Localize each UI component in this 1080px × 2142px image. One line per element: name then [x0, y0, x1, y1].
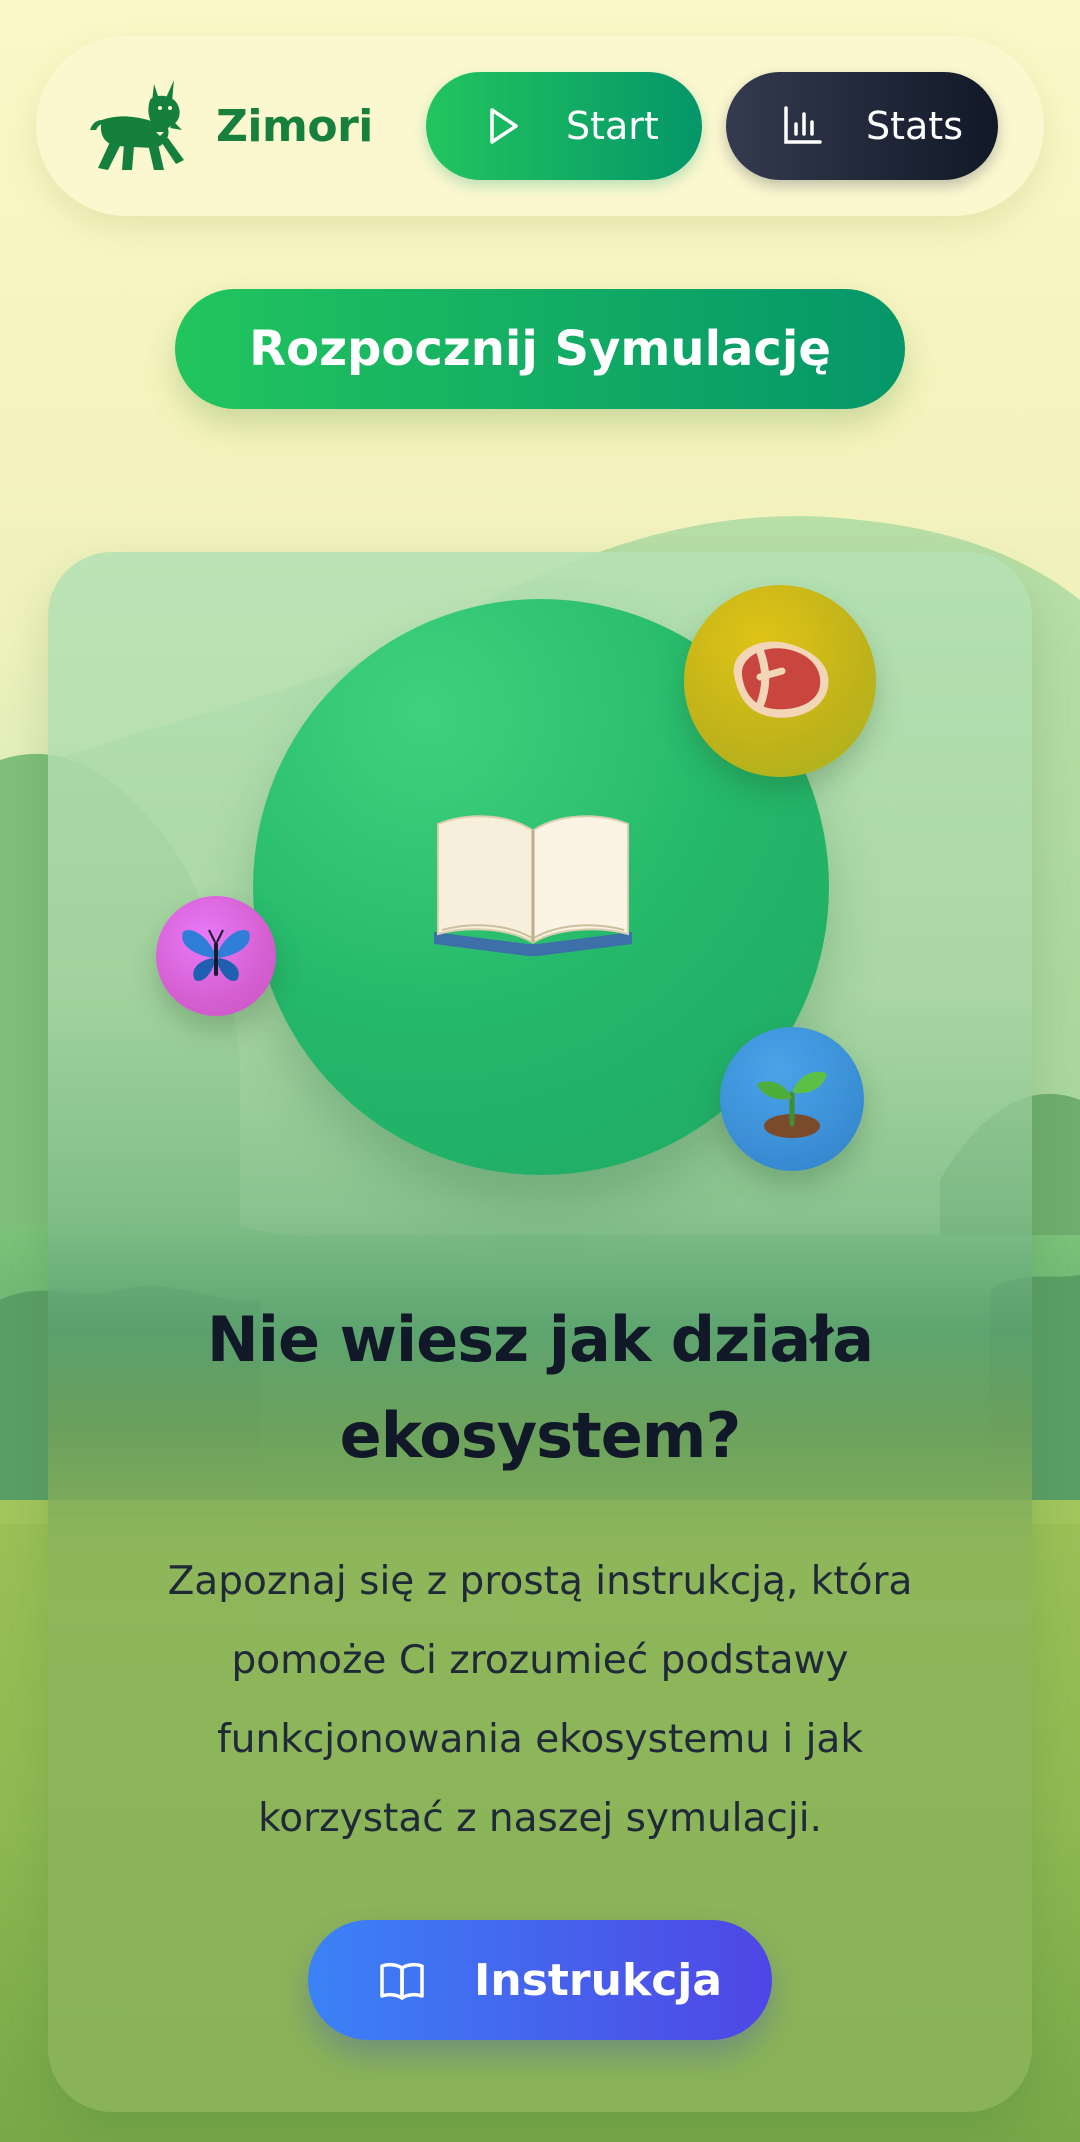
instruction-card: Nie wiesz jak działa ekosystem? Zapoznaj… — [48, 552, 1032, 2112]
bar-chart-icon — [784, 106, 822, 144]
start-button[interactable]: Start — [426, 72, 702, 180]
card-description: Zapoznaj się z prostą instrukcją, która … — [128, 1542, 952, 1858]
brand[interactable]: Zimori — [82, 76, 373, 176]
butterfly-bubble — [156, 896, 276, 1016]
play-icon — [490, 108, 518, 144]
seedling-icon — [757, 1071, 827, 1138]
book-outline-icon — [380, 1962, 424, 2000]
page: Zimori Start Stats Rozpocznij Symulację — [0, 0, 1080, 2142]
start-simulation-button[interactable]: Rozpocznij Symulację — [175, 289, 905, 409]
butterfly-icon — [182, 929, 250, 981]
stats-button[interactable]: Stats — [726, 72, 998, 180]
card-description-line-2: pomoże Ci zrozumieć podstawy — [231, 1638, 849, 1683]
navbar: Zimori Start Stats — [36, 36, 1044, 216]
card-title: Nie wiesz jak działa ekosystem? — [108, 1292, 972, 1484]
start-button-label: Start — [566, 104, 659, 148]
brand-name: Zimori — [216, 100, 373, 152]
instruction-button[interactable]: Instrukcja — [308, 1920, 772, 2040]
meat-icon — [733, 641, 829, 718]
stats-button-label: Stats — [866, 104, 964, 148]
food-bubble — [684, 585, 876, 777]
card-title-line-1: Nie wiesz jak działa — [206, 1303, 874, 1376]
plant-bubble — [720, 1027, 864, 1171]
card-description-line-1: Zapoznaj się z prostą instrukcją, która — [167, 1559, 913, 1604]
open-book-icon — [434, 815, 632, 956]
card-description-line-3: funkcjonowania ekosystemu i jak — [217, 1717, 863, 1762]
card-description-line-4: korzystać z naszej symulacji. — [258, 1796, 822, 1841]
instruction-button-label: Instrukcja — [474, 1954, 723, 2006]
card-title-line-2: ekosystem? — [339, 1399, 742, 1472]
lynx-logo-icon — [90, 80, 184, 170]
